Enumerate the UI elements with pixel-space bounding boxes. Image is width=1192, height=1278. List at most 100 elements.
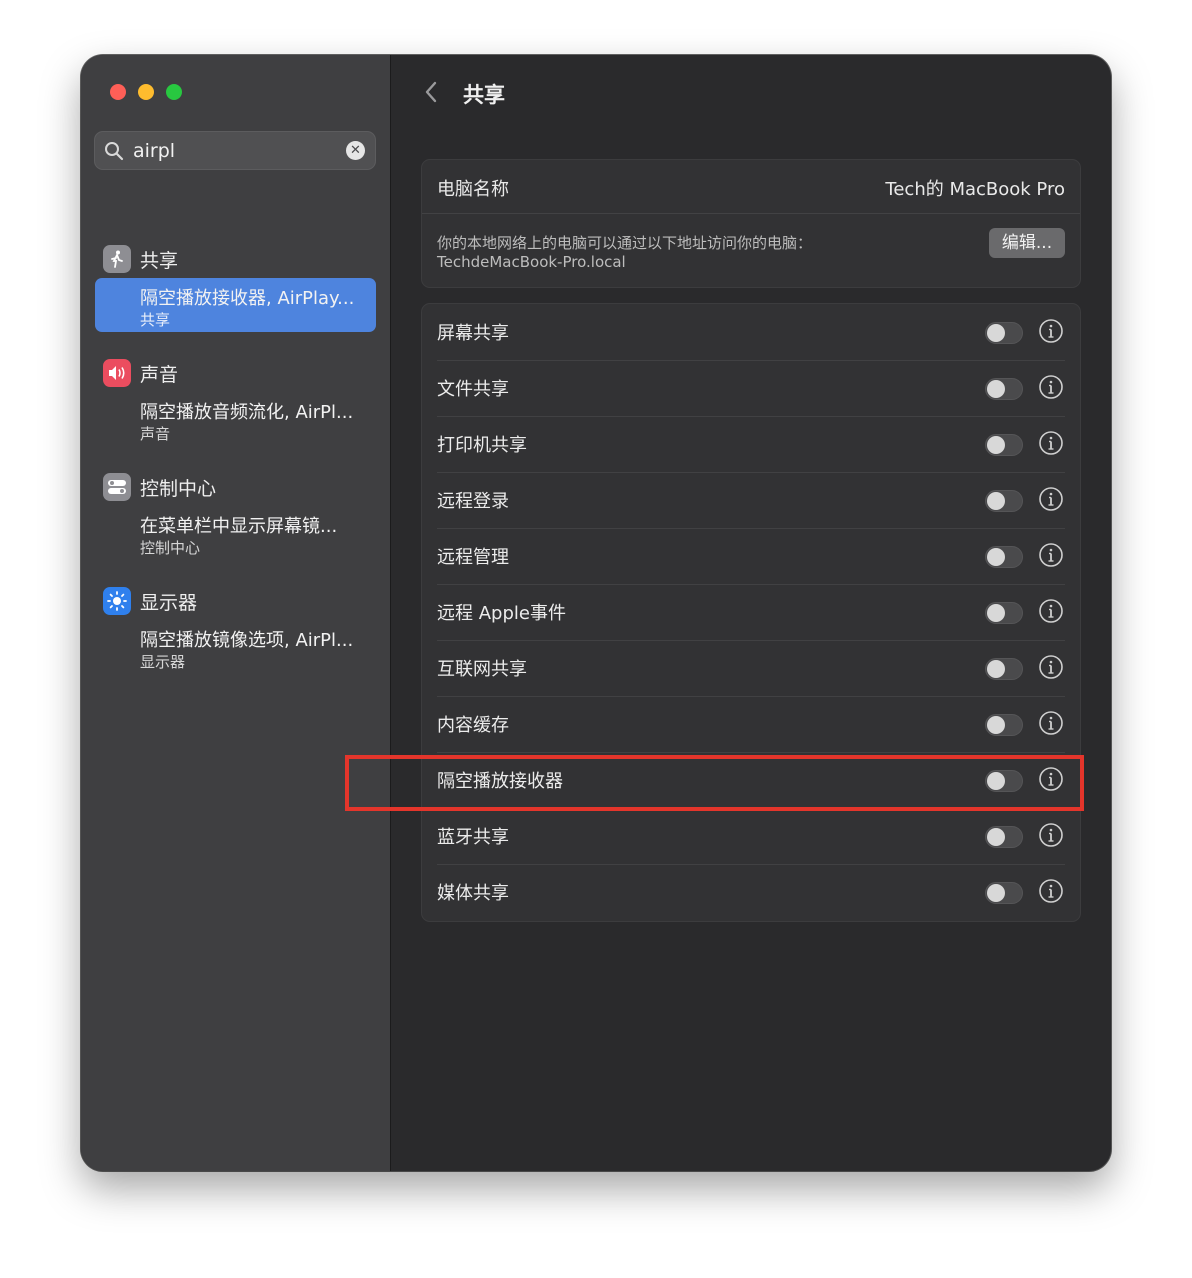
toggle-knob — [987, 604, 1005, 622]
info-icon[interactable] — [1038, 822, 1064, 852]
back-chevron-icon[interactable] — [423, 80, 439, 108]
sidebar-group-title: 声音 — [140, 363, 179, 386]
service-toggle[interactable] — [985, 714, 1023, 736]
toggle-knob — [987, 884, 1005, 902]
speaker-icon — [103, 359, 131, 387]
service-row: 文件共享 — [437, 360, 1065, 417]
service-row: 打印机共享 — [437, 416, 1065, 473]
info-icon[interactable] — [1038, 654, 1064, 684]
page-title: 共享 — [463, 83, 505, 107]
info-icon[interactable] — [1038, 374, 1064, 404]
service-label: 互联网共享 — [437, 659, 527, 680]
zoom-window-button[interactable] — [166, 84, 182, 100]
service-toggle[interactable] — [985, 490, 1023, 512]
toggle-knob — [987, 772, 1005, 790]
service-toggle[interactable] — [985, 322, 1023, 344]
service-toggle[interactable] — [985, 770, 1023, 792]
service-label: 蓝牙共享 — [437, 827, 509, 848]
service-toggle[interactable] — [985, 882, 1023, 904]
result-label: 隔空播放镜像选项, AirPl... — [140, 630, 354, 651]
computer-name-card: 电脑名称 Tech的 MacBook Pro 你的本地网络上的电脑可以通过以下地… — [421, 159, 1081, 288]
sidebar-result-airplay-audio[interactable]: 隔空播放音频流化, AirPl... 声音 — [95, 392, 376, 446]
service-row: 屏幕共享 — [437, 304, 1065, 361]
service-toggle[interactable] — [985, 434, 1023, 456]
sidebar-group-title: 共享 — [140, 249, 179, 272]
service-label: 隔空播放接收器 — [437, 771, 563, 792]
service-label: 远程登录 — [437, 491, 509, 512]
info-icon[interactable] — [1038, 710, 1064, 740]
service-label: 媒体共享 — [437, 883, 509, 904]
info-icon[interactable] — [1038, 878, 1064, 908]
sidebar-group-header[interactable]: 控制中心 — [103, 472, 216, 502]
service-row: 隔空播放接收器 — [437, 752, 1065, 809]
info-icon[interactable] — [1038, 430, 1064, 460]
service-row: 远程登录 — [437, 472, 1065, 529]
search-icon — [104, 141, 124, 165]
search-field[interactable]: airpl ✕ — [94, 131, 376, 170]
sidebar-group-header[interactable]: 显示器 — [103, 586, 197, 616]
sidebar: airpl ✕ 共享 隔空播放接收器, AirPlay... 共享 声音 隔空播… — [81, 55, 391, 1171]
service-label: 远程管理 — [437, 547, 509, 568]
service-label: 内容缓存 — [437, 715, 509, 736]
search-input[interactable]: airpl — [133, 140, 175, 162]
service-label: 文件共享 — [437, 379, 509, 400]
service-row: 远程管理 — [437, 528, 1065, 585]
result-label: 隔空播放音频流化, AirPl... — [140, 402, 354, 423]
toggle-knob — [987, 324, 1005, 342]
settings-window: airpl ✕ 共享 隔空播放接收器, AirPlay... 共享 声音 隔空播… — [81, 55, 1111, 1171]
window-controls — [110, 84, 182, 100]
service-toggle[interactable] — [985, 546, 1023, 568]
sharing-services-card: 屏幕共享文件共享打印机共享远程登录远程管理远程 Apple事件 互联网共享内容缓存… — [421, 303, 1081, 922]
service-row: 蓝牙共享 — [437, 808, 1065, 865]
sidebar-result-airplay-mirroring[interactable]: 隔空播放镜像选项, AirPl... 显示器 — [95, 620, 376, 674]
service-toggle[interactable] — [985, 378, 1023, 400]
result-category: 控制中心 — [140, 539, 201, 557]
computer-name-value[interactable]: Tech的 MacBook Pro — [885, 175, 1065, 201]
result-category: 共享 — [140, 311, 171, 329]
service-toggle[interactable] — [985, 602, 1023, 624]
service-label: 屏幕共享 — [437, 323, 509, 344]
info-icon[interactable] — [1038, 766, 1064, 796]
sidebar-result-screen-mirroring[interactable]: 在菜单栏中显示屏幕镜... 控制中心 — [95, 506, 376, 560]
sidebar-group-header[interactable]: 共享 — [103, 244, 178, 274]
computer-name-label: 电脑名称 — [437, 179, 509, 200]
address-description: 你的本地网络上的电脑可以通过以下地址访问你的电脑： — [437, 234, 813, 252]
local-address: TechdeMacBook-Pro.local — [437, 253, 626, 271]
service-toggle[interactable] — [985, 826, 1023, 848]
result-category: 显示器 — [140, 653, 186, 671]
display-brightness-icon — [103, 587, 131, 615]
sidebar-group-title: 显示器 — [140, 591, 198, 614]
result-label: 隔空播放接收器, AirPlay... — [140, 288, 355, 309]
edit-button[interactable]: 编辑... — [989, 228, 1065, 258]
sidebar-group-header[interactable]: 声音 — [103, 358, 178, 388]
service-row: 互联网共享 — [437, 640, 1065, 697]
sidebar-group-title: 控制中心 — [140, 477, 217, 500]
toggle-knob — [987, 436, 1005, 454]
toggle-knob — [987, 492, 1005, 510]
result-category: 声音 — [140, 425, 171, 443]
info-icon[interactable] — [1038, 598, 1064, 628]
info-icon[interactable] — [1038, 486, 1064, 516]
service-row: 内容缓存 — [437, 696, 1065, 753]
toggle-knob — [987, 380, 1005, 398]
toggle-knob — [987, 828, 1005, 846]
info-icon[interactable] — [1038, 318, 1064, 348]
minimize-window-button[interactable] — [138, 84, 154, 100]
toggle-knob — [987, 716, 1005, 734]
main-pane: 共享 电脑名称 Tech的 MacBook Pro 你的本地网络上的电脑可以通过… — [391, 55, 1111, 1171]
service-row: 媒体共享 — [437, 864, 1065, 920]
service-label: 打印机共享 — [437, 435, 527, 456]
clear-search-icon[interactable]: ✕ — [346, 141, 365, 160]
close-window-button[interactable] — [110, 84, 126, 100]
toggle-knob — [987, 548, 1005, 566]
result-label: 在菜单栏中显示屏幕镜... — [140, 516, 338, 537]
info-icon[interactable] — [1038, 542, 1064, 572]
service-toggle[interactable] — [985, 658, 1023, 680]
sharing-icon — [103, 245, 131, 273]
computer-name-row: 电脑名称 Tech的 MacBook Pro — [422, 160, 1080, 214]
service-row: 远程 Apple事件 — [437, 584, 1065, 641]
service-label: 远程 Apple事件 — [437, 603, 566, 624]
toggle-knob — [987, 660, 1005, 678]
control-center-icon — [103, 473, 131, 501]
sidebar-result-airplay-receiver[interactable]: 隔空播放接收器, AirPlay... 共享 — [95, 278, 376, 332]
